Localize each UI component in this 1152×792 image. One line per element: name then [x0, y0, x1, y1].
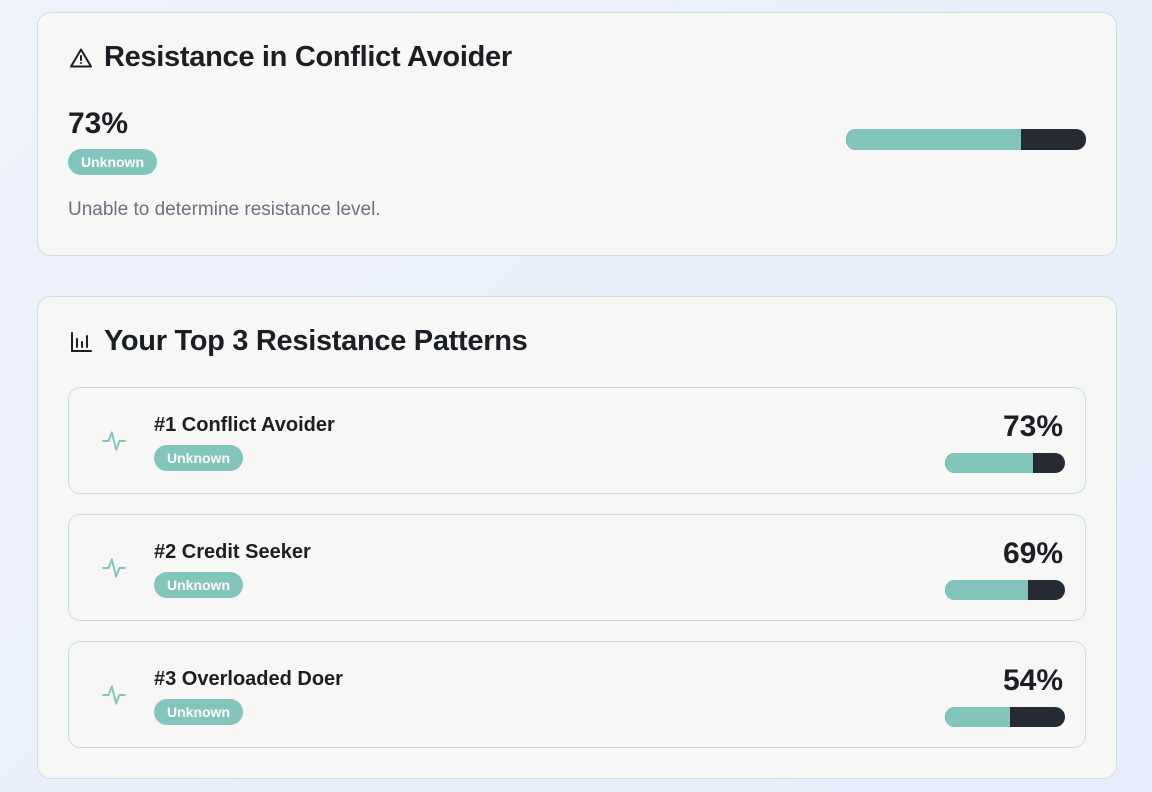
pattern-progress-bar: [945, 453, 1065, 473]
activity-pulse-icon: [101, 555, 127, 581]
pattern-score: 69%: [1002, 537, 1063, 570]
pattern-status-badge: Unknown: [154, 572, 243, 598]
summary-progress-fill: [846, 129, 1022, 150]
pattern-name: #3 Overloaded Doer: [154, 668, 343, 690]
pattern-progress-fill: [945, 707, 1010, 727]
patterns-title-text: Your Top 3 Resistance Patterns: [104, 325, 528, 357]
pattern-status-badge: Unknown: [154, 445, 243, 471]
activity-pulse-icon: [101, 428, 127, 454]
pattern-progress-bar: [945, 580, 1065, 600]
pattern-progress-fill: [945, 580, 1028, 600]
pattern-item[interactable]: #2 Credit Seeker Unknown 69%: [68, 514, 1086, 621]
summary-description: Unable to determine resistance level.: [68, 199, 381, 220]
pattern-item[interactable]: #1 Conflict Avoider Unknown 73%: [68, 387, 1086, 494]
bar-chart-icon: [68, 329, 94, 355]
status-badge: Unknown: [68, 149, 157, 175]
pattern-score: 73%: [1002, 410, 1063, 443]
resistance-summary-card: Resistance in Conflict Avoider 73% Unkno…: [37, 12, 1117, 256]
pattern-progress-fill: [945, 453, 1033, 473]
pattern-score: 54%: [1002, 664, 1063, 697]
summary-title: Resistance in Conflict Avoider: [68, 41, 512, 74]
patterns-title: Your Top 3 Resistance Patterns: [68, 325, 528, 358]
alert-triangle-icon: [68, 45, 94, 71]
summary-progress-bar: [846, 129, 1086, 150]
activity-pulse-icon: [101, 682, 127, 708]
top-patterns-card: Your Top 3 Resistance Patterns #1 Confli…: [37, 296, 1117, 779]
summary-title-text: Resistance in Conflict Avoider: [104, 41, 512, 73]
pattern-name: #1 Conflict Avoider: [154, 414, 335, 436]
pattern-progress-bar: [945, 707, 1065, 727]
pattern-status-badge: Unknown: [154, 699, 243, 725]
summary-score: 73%: [68, 107, 129, 140]
pattern-item[interactable]: #3 Overloaded Doer Unknown 54%: [68, 641, 1086, 748]
pattern-name: #2 Credit Seeker: [154, 541, 311, 563]
